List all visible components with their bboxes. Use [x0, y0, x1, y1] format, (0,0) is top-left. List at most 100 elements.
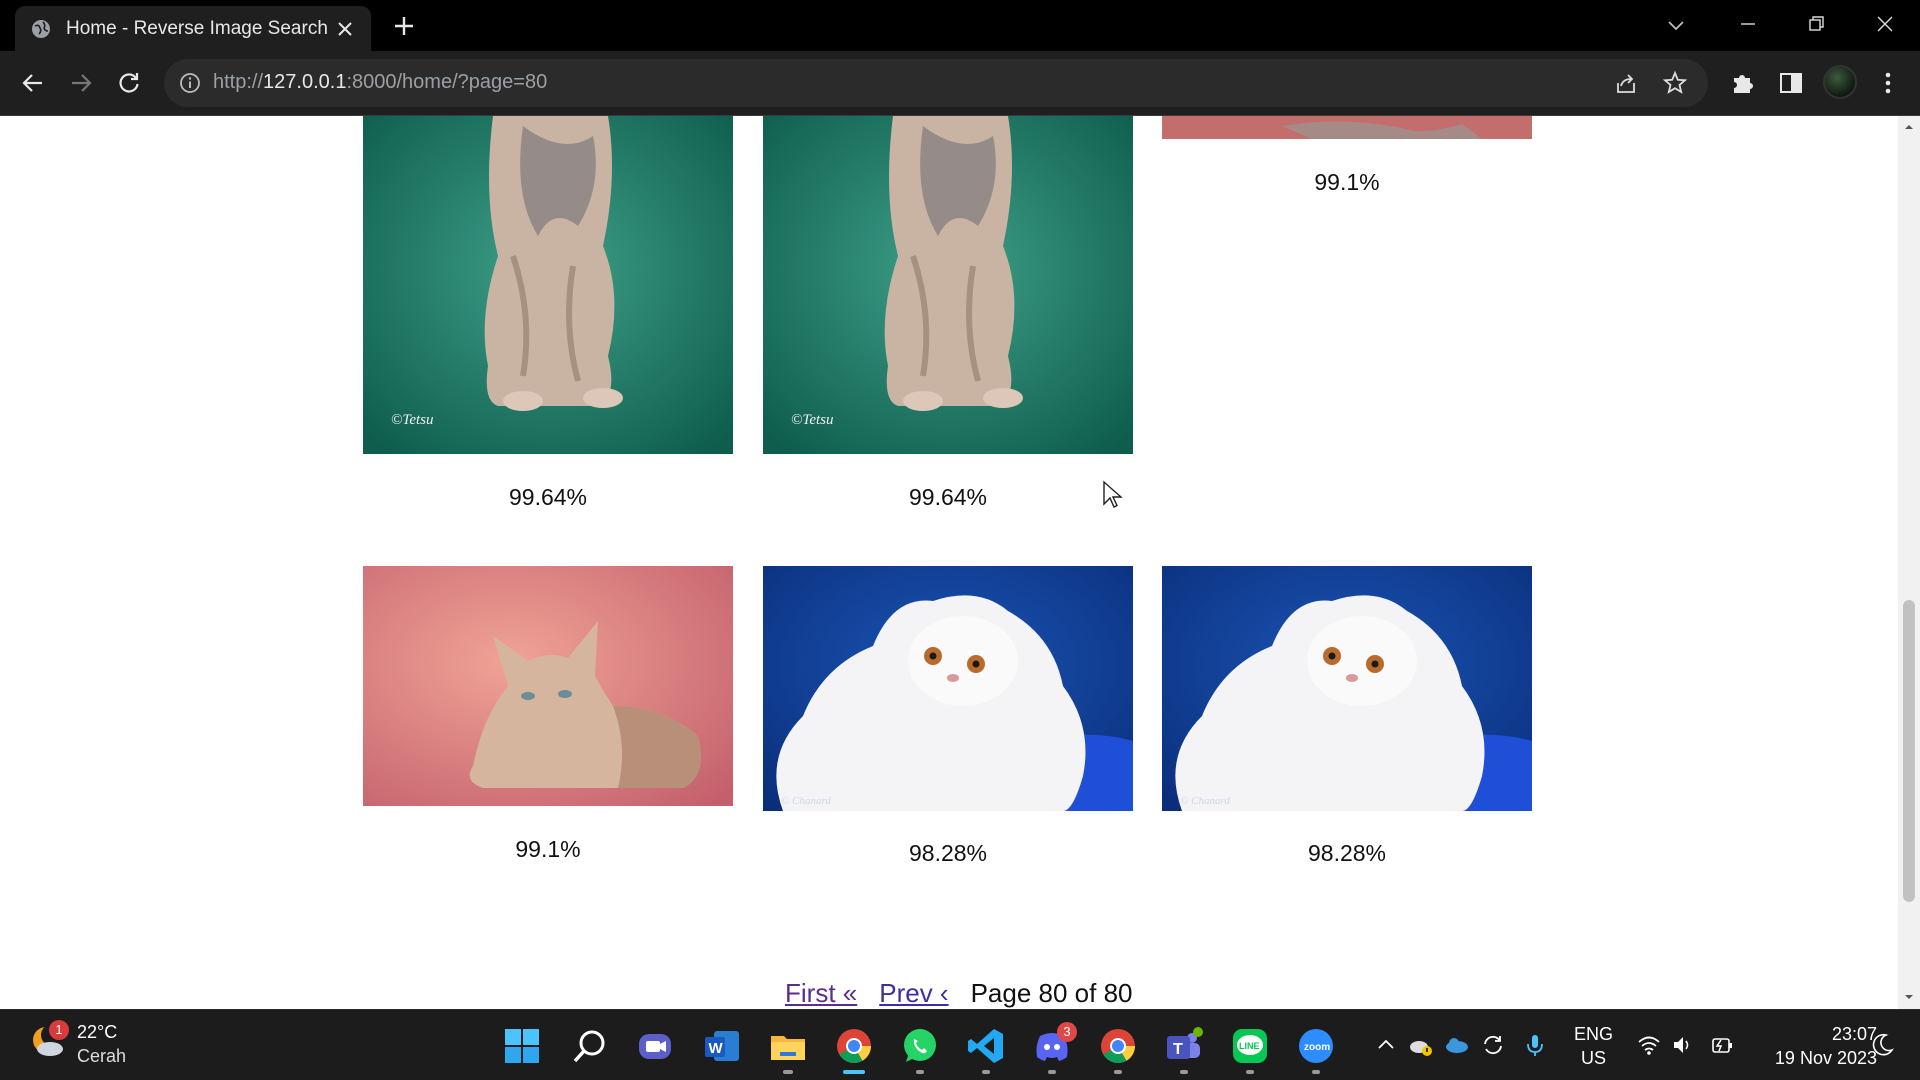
prev-page-link[interactable]: Prev ‹ — [879, 978, 948, 1008]
system-clock[interactable]: 23:07 19 Nov 2023 — [1753, 1022, 1877, 1070]
bookmark-star-icon[interactable] — [1662, 70, 1688, 96]
browser-tab-active[interactable]: Home - Reverse Image Search — [15, 6, 371, 51]
result-image-sphynx-pink-cropped[interactable] — [1162, 116, 1532, 139]
url-text[interactable]: http://127.0.0.1:8000/home/?page=80 — [213, 71, 547, 94]
sphynx-cat-photo — [1162, 116, 1532, 139]
watermark-text: ©Tetsu — [791, 412, 834, 428]
clock-time: 23:07 — [1831, 1024, 1877, 1044]
input-language[interactable]: ENG US — [1574, 1022, 1613, 1070]
running-indicator — [1312, 1070, 1320, 1074]
chrome-icon[interactable] — [834, 1026, 874, 1066]
running-indicator — [1180, 1070, 1188, 1074]
running-indicator — [783, 1070, 793, 1074]
tab-title: Home - Reverse Image Search — [66, 18, 328, 39]
url-scheme: http:// — [213, 71, 264, 93]
chrome-profile-icon[interactable] — [1098, 1026, 1138, 1066]
close-tab-icon[interactable] — [333, 17, 357, 41]
teams-chat-icon[interactable] — [635, 1026, 675, 1066]
close-window-icon[interactable] — [1870, 9, 1900, 39]
sphynx-cat-photo: ©Tetsu — [763, 116, 1133, 454]
word-icon[interactable]: W — [702, 1026, 742, 1066]
new-tab-plus-icon[interactable] — [390, 12, 418, 40]
search-icon[interactable] — [570, 1026, 610, 1066]
weather-condition[interactable]: Cerah — [77, 1046, 126, 1067]
vscode-icon[interactable] — [966, 1026, 1006, 1066]
discord-notification-badge: 3 — [1057, 1022, 1077, 1042]
profile-avatar[interactable] — [1823, 65, 1857, 99]
menu-kebab-icon[interactable] — [1874, 69, 1902, 97]
scroll-up-arrow-icon[interactable] — [1904, 122, 1914, 132]
similarity-score: 99.64% — [508, 484, 587, 510]
watermark-text: ©Tetsu — [391, 412, 434, 428]
line-icon[interactable]: LINE — [1230, 1026, 1270, 1066]
url-path: :8000/home/?page=80 — [346, 71, 548, 93]
volume-icon[interactable] — [1670, 1032, 1696, 1058]
windows-taskbar: 1 22°C Cerah W 3 T LINE zoom ENG US 23:0… — [0, 1009, 1920, 1080]
whatsapp-icon[interactable] — [900, 1026, 940, 1066]
zoom-icon[interactable]: zoom — [1296, 1026, 1336, 1066]
svg-text:© Chanard: © Chanard — [781, 795, 831, 807]
similarity-score: 99.1% — [515, 836, 581, 862]
running-indicator — [982, 1070, 990, 1074]
persian-cat-photo: © Chanard — [1162, 566, 1532, 811]
share-icon[interactable] — [1613, 71, 1639, 97]
sphynx-cat-photo — [363, 566, 733, 806]
keyboard-region: US — [1581, 1048, 1607, 1068]
result-image-sphynx-pink[interactable] — [363, 566, 733, 806]
scroll-down-arrow-icon[interactable] — [1904, 992, 1914, 1002]
minimize-icon[interactable] — [1733, 9, 1763, 39]
onedrive-warning-icon[interactable] — [1408, 1032, 1434, 1058]
running-indicator — [1246, 1070, 1254, 1074]
similarity-score: 98.28% — [1307, 840, 1386, 866]
page-status: Page 80 of 80 — [970, 978, 1133, 1008]
running-indicator — [1114, 1070, 1122, 1074]
page-viewport: ©Tetsu 99.64% ©Tetsu 99.64% 99.1% 99.1% … — [0, 116, 1898, 1009]
microphone-icon[interactable] — [1522, 1032, 1548, 1058]
svg-text:LINE: LINE — [1239, 1041, 1260, 1051]
start-windows-icon[interactable] — [502, 1026, 542, 1066]
file-explorer-icon[interactable] — [768, 1026, 808, 1066]
sphynx-cat-photo: ©Tetsu — [363, 116, 733, 454]
clock-date: 19 Nov 2023 — [1774, 1048, 1877, 1068]
sync-icon[interactable] — [1480, 1032, 1506, 1058]
tab-strip: Home - Reverse Image Search — [0, 0, 1920, 51]
side-panel-icon[interactable] — [1777, 69, 1805, 97]
result-image-sphynx-green-1[interactable]: ©Tetsu — [363, 116, 733, 454]
battery-charging-icon[interactable] — [1709, 1032, 1735, 1058]
similarity-score: 98.28% — [908, 840, 987, 866]
ms-teams-icon[interactable]: T — [1164, 1026, 1204, 1066]
scrollbar-thumb[interactable] — [1903, 600, 1915, 902]
weather-notification-badge: 1 — [49, 1020, 69, 1040]
show-hidden-icons-chevron-icon[interactable] — [1373, 1032, 1399, 1058]
persian-cat-photo: © Chanard — [763, 566, 1133, 811]
running-indicator — [1048, 1070, 1056, 1074]
svg-text:zoom: zoom — [1304, 1042, 1330, 1053]
tab-search-chevron-icon[interactable] — [1664, 13, 1688, 37]
svg-text:W: W — [709, 1040, 724, 1057]
weather-temperature[interactable]: 22°C — [77, 1022, 117, 1043]
extensions-puzzle-icon[interactable] — [1729, 69, 1757, 97]
globe-icon — [32, 20, 50, 38]
forward-arrow-icon[interactable] — [67, 69, 95, 97]
similarity-score: 99.64% — [908, 484, 987, 510]
language-code: ENG — [1574, 1024, 1614, 1044]
similarity-score: 99.1% — [1314, 169, 1380, 195]
back-arrow-icon[interactable] — [19, 69, 47, 97]
url-host: 127.0.0.1 — [263, 71, 347, 93]
notification-moon-icon[interactable] — [1869, 1032, 1895, 1058]
onedrive-cloud-icon[interactable] — [1444, 1032, 1470, 1058]
address-bar[interactable]: http://127.0.0.1:8000/home/?page=80 — [164, 59, 1708, 107]
svg-text:T: T — [1173, 1041, 1183, 1058]
result-image-persian-white-1[interactable]: © Chanard — [763, 566, 1133, 811]
pagination: First « Prev ‹ Page 80 of 80 — [785, 978, 1133, 1009]
svg-text:© Chanard: © Chanard — [1180, 795, 1230, 807]
reload-icon[interactable] — [115, 69, 143, 97]
wifi-icon[interactable] — [1636, 1032, 1662, 1058]
result-image-sphynx-green-2[interactable]: ©Tetsu — [763, 116, 1133, 454]
page-scrollbar[interactable] — [1898, 116, 1920, 1009]
restore-icon[interactable] — [1801, 9, 1831, 39]
result-image-persian-white-2[interactable]: © Chanard — [1162, 566, 1532, 811]
mouse-cursor-icon — [1103, 480, 1123, 508]
site-info-icon[interactable] — [178, 71, 202, 95]
first-page-link[interactable]: First « — [785, 978, 857, 1008]
